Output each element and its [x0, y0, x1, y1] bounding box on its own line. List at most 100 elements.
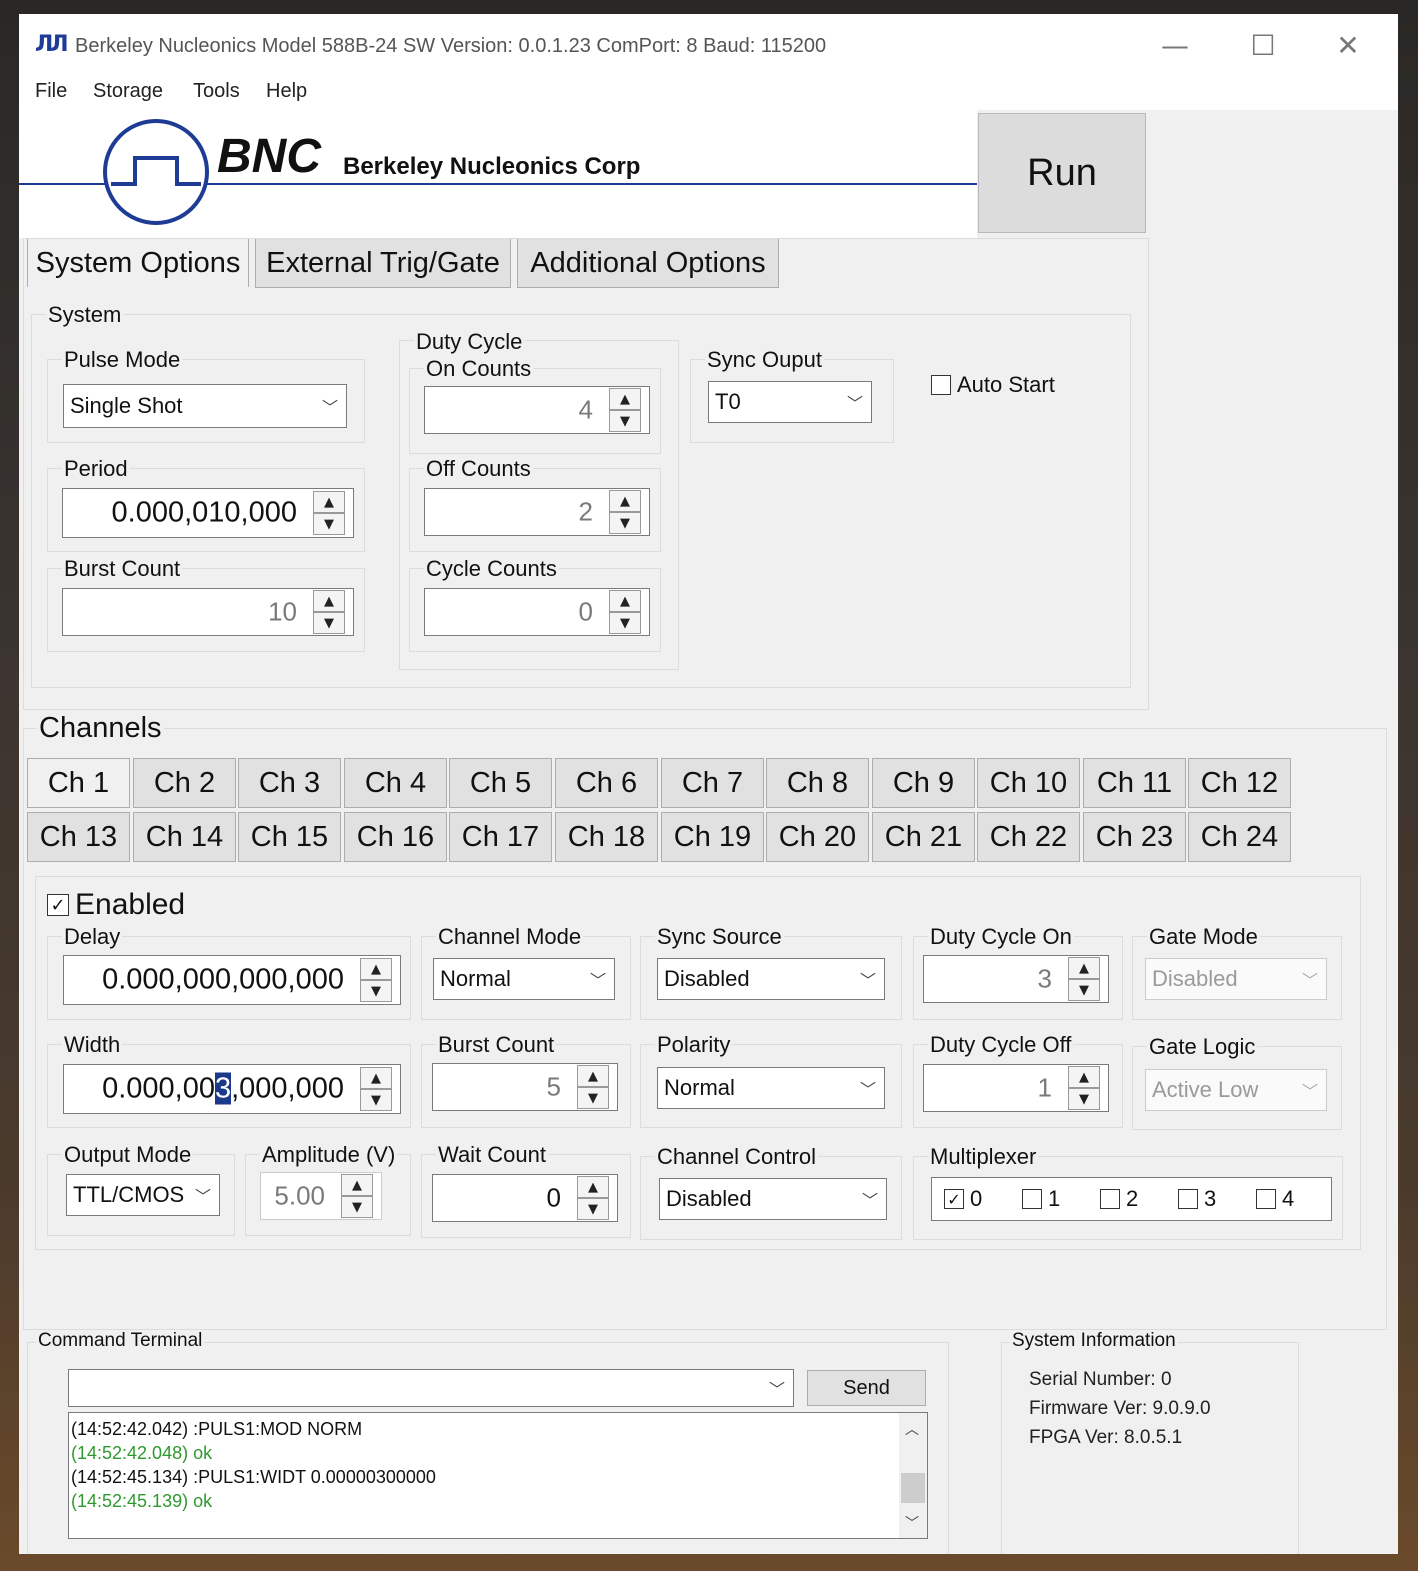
burst-count-stepper[interactable]: 10 ▲ ▼	[62, 588, 354, 636]
send-button[interactable]: Send	[807, 1370, 926, 1406]
menu-tools[interactable]: Tools	[193, 80, 240, 103]
channel-mode-select[interactable]: Normal ﹀	[433, 958, 615, 1000]
tab-ch-18[interactable]: Ch 18	[555, 812, 658, 862]
up-arrow-icon[interactable]: ▲	[577, 1176, 609, 1198]
tab-ch-15[interactable]: Ch 15	[238, 812, 341, 862]
tab-ch-7[interactable]: Ch 7	[661, 758, 764, 808]
down-arrow-icon[interactable]: ▼	[341, 1196, 373, 1218]
menu-storage[interactable]: Storage	[93, 80, 163, 103]
down-arrow-icon[interactable]: ▼	[577, 1087, 609, 1109]
minimize-button[interactable]: —	[1145, 24, 1205, 66]
polarity-select[interactable]: Normal ﹀	[657, 1067, 885, 1109]
multiplexer-checkbox-1[interactable]: 1	[1022, 1186, 1060, 1212]
command-input[interactable]: ﹀	[68, 1369, 794, 1407]
enabled-checkbox[interactable]: ✓ Enabled	[47, 888, 190, 922]
tab-ch-3[interactable]: Ch 3	[238, 758, 341, 808]
wait-count-stepper[interactable]: 0 ▲ ▼	[432, 1174, 618, 1222]
tab-ch-6[interactable]: Ch 6	[555, 758, 658, 808]
off-counts-stepper[interactable]: 2 ▲ ▼	[424, 488, 650, 536]
log-scrollbar[interactable]: ︿ ﹀	[899, 1413, 927, 1538]
multiplexer-checkbox-3[interactable]: 3	[1178, 1186, 1216, 1212]
scroll-up-icon[interactable]: ︿	[905, 1419, 919, 1439]
tab-ch-14[interactable]: Ch 14	[133, 812, 236, 862]
tab-ch-12[interactable]: Ch 12	[1188, 758, 1291, 808]
tab-ch-20[interactable]: Ch 20	[766, 812, 869, 862]
maximize-button[interactable]: ☐	[1233, 24, 1293, 66]
up-arrow-icon[interactable]: ▲	[313, 491, 345, 513]
up-arrow-icon[interactable]: ▲	[609, 590, 641, 612]
down-arrow-icon[interactable]: ▼	[360, 980, 392, 1002]
tab-ch-17[interactable]: Ch 17	[449, 812, 552, 862]
gate-logic-select[interactable]: Active Low ﹀	[1145, 1069, 1327, 1111]
output-mode-select[interactable]: TTL/CMOS ﹀	[66, 1174, 220, 1216]
tab-ch-16[interactable]: Ch 16	[344, 812, 447, 862]
down-arrow-icon[interactable]: ▼	[577, 1198, 609, 1220]
multiplexer-checkbox-2[interactable]: 2	[1100, 1186, 1138, 1212]
duty-cycle-on-stepper[interactable]: 3 ▲ ▼	[923, 955, 1109, 1003]
period-stepper[interactable]: 0.000,010,000 ▲ ▼	[62, 488, 354, 538]
duty-cycle-off-value: 1	[1037, 1072, 1052, 1103]
delay-stepper[interactable]: 0.000,000,000,000 ▲ ▼	[63, 955, 401, 1005]
multiplexer-checkbox-0[interactable]: ✓ 0	[944, 1186, 982, 1212]
tab-ch-23[interactable]: Ch 23	[1083, 812, 1186, 862]
amplitude-stepper[interactable]: 5.00 ▲ ▼	[260, 1172, 382, 1220]
tab-ch-11[interactable]: Ch 11	[1083, 758, 1186, 808]
checkbox-icon	[1022, 1189, 1042, 1209]
down-arrow-icon[interactable]: ▼	[360, 1089, 392, 1111]
up-arrow-icon[interactable]: ▲	[577, 1065, 609, 1087]
sync-source-select[interactable]: Disabled ﹀	[657, 958, 885, 1000]
channel-burst-count-label: Burst Count	[436, 1032, 557, 1058]
scroll-thumb[interactable]	[901, 1473, 925, 1503]
down-arrow-icon[interactable]: ▼	[1068, 979, 1100, 1001]
tab-ch-10[interactable]: Ch 10	[977, 758, 1080, 808]
up-arrow-icon[interactable]: ▲	[609, 490, 641, 512]
chevron-down-icon: ﹀	[846, 394, 863, 413]
channel-burst-count-stepper[interactable]: 5 ▲ ▼	[432, 1063, 618, 1111]
duty-cycle-off-stepper[interactable]: 1 ▲ ▼	[923, 1064, 1109, 1112]
tab-ch-1[interactable]: Ch 1	[27, 758, 130, 808]
cycle-counts-label: Cycle Counts	[424, 556, 559, 582]
up-arrow-icon[interactable]: ▲	[1068, 1066, 1100, 1088]
tab-ch-13[interactable]: Ch 13	[27, 812, 130, 862]
up-arrow-icon[interactable]: ▲	[313, 590, 345, 612]
pulse-mode-select[interactable]: Single Shot ﹀	[63, 384, 347, 428]
cycle-counts-stepper[interactable]: 0 ▲ ▼	[424, 588, 650, 636]
down-arrow-icon[interactable]: ▼	[609, 612, 641, 634]
width-stepper[interactable]: 0.000,003,000,000 ▲ ▼	[63, 1064, 401, 1114]
chevron-down-icon[interactable]: ﹀	[769, 1376, 785, 1400]
up-arrow-icon[interactable]: ▲	[360, 958, 392, 980]
tab-ch-2[interactable]: Ch 2	[133, 758, 236, 808]
scroll-down-icon[interactable]: ﹀	[905, 1513, 919, 1533]
auto-start-checkbox[interactable]: Auto Start	[931, 372, 1055, 398]
tab-ch-9[interactable]: Ch 9	[872, 758, 975, 808]
tab-ch-22[interactable]: Ch 22	[977, 812, 1080, 862]
channel-control-select[interactable]: Disabled ﹀	[659, 1178, 887, 1220]
gate-mode-select[interactable]: Disabled ﹀	[1145, 958, 1327, 1000]
menu-file[interactable]: File	[35, 80, 67, 103]
multiplexer-checkbox-4[interactable]: 4	[1256, 1186, 1294, 1212]
wait-count-value: 0	[546, 1182, 561, 1213]
sync-output-value: T0	[715, 389, 741, 414]
tab-ch-5[interactable]: Ch 5	[449, 758, 552, 808]
up-arrow-icon[interactable]: ▲	[1068, 957, 1100, 979]
down-arrow-icon[interactable]: ▼	[609, 512, 641, 534]
tab-ch-4[interactable]: Ch 4	[344, 758, 447, 808]
width-value: 0.000,003,000,000	[102, 1072, 344, 1106]
down-arrow-icon[interactable]: ▼	[1068, 1088, 1100, 1110]
tab-ch-8[interactable]: Ch 8	[766, 758, 869, 808]
up-arrow-icon[interactable]: ▲	[341, 1174, 373, 1196]
up-arrow-icon[interactable]: ▲	[609, 388, 641, 410]
menu-help[interactable]: Help	[266, 80, 307, 103]
on-counts-stepper[interactable]: 4 ▲ ▼	[424, 386, 650, 434]
close-button[interactable]: ✕	[1318, 24, 1378, 66]
down-arrow-icon[interactable]: ▼	[609, 410, 641, 432]
down-arrow-icon[interactable]: ▼	[313, 513, 345, 535]
down-arrow-icon[interactable]: ▼	[313, 612, 345, 634]
run-button[interactable]: Run	[978, 113, 1146, 233]
sync-output-select[interactable]: T0 ﹀	[708, 381, 872, 423]
terminal-log[interactable]: (14:52:42.042) :PULS1:MOD NORM (14:52:42…	[68, 1412, 928, 1539]
tab-ch-24[interactable]: Ch 24	[1188, 812, 1291, 862]
tab-ch-21[interactable]: Ch 21	[872, 812, 975, 862]
up-arrow-icon[interactable]: ▲	[360, 1067, 392, 1089]
tab-ch-19[interactable]: Ch 19	[661, 812, 764, 862]
